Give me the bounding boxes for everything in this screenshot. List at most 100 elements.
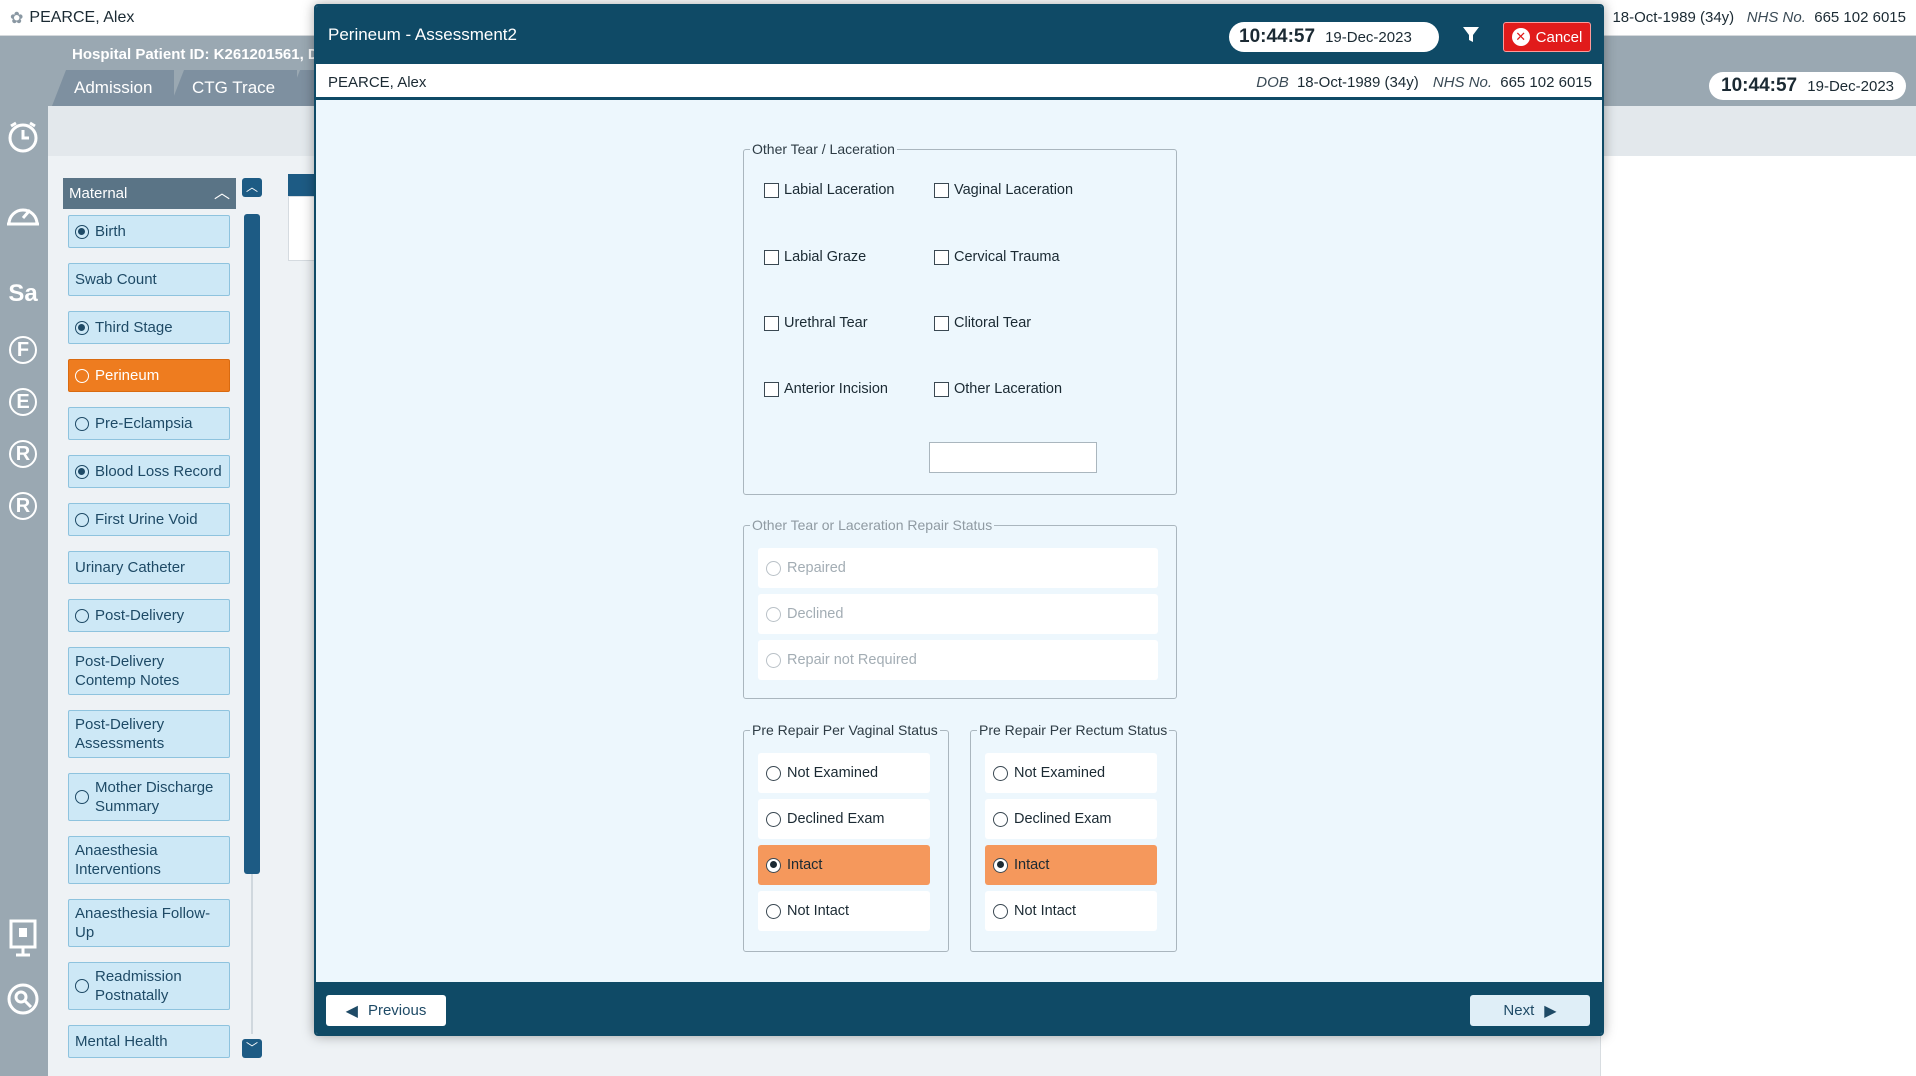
vaginal-laceration-checkbox[interactable]: Vaginal Laceration: [934, 182, 1073, 198]
pr-declined-exam-radio[interactable]: Declined Exam: [985, 799, 1157, 839]
radio-circle[interactable]: [766, 765, 781, 781]
pr-intact-radio[interactable]: Intact: [985, 845, 1157, 885]
radio-circle[interactable]: [766, 560, 781, 576]
nav-item-birth[interactable]: Birth: [68, 215, 230, 248]
rail-label-r2[interactable]: R: [9, 492, 37, 520]
urethral-tear-checkbox[interactable]: Urethral Tear: [764, 315, 868, 331]
rail-label-r1[interactable]: R: [9, 440, 37, 468]
nav-item-post-delivery-contemp-notes[interactable]: Post-Delivery Contemp Notes: [68, 647, 230, 695]
nav-item-mother-discharge-summary[interactable]: Mother Discharge Summary: [68, 773, 230, 821]
next-button[interactable]: Next ▶: [1470, 995, 1590, 1026]
nav-item-urinary-catheter[interactable]: Urinary Catheter: [68, 551, 230, 584]
pv-declined-exam-radio[interactable]: Declined Exam: [758, 799, 930, 839]
scroll-thumb[interactable]: [244, 214, 260, 874]
other-tear-group: Other Tear / Laceration Labial Laceratio…: [743, 141, 1177, 495]
nav-item-swab-count[interactable]: Swab Count: [68, 263, 230, 296]
radio-label: Intact: [1014, 857, 1050, 873]
nav-item-mental-health[interactable]: Mental Health: [68, 1025, 230, 1058]
radio-circle[interactable]: [766, 857, 781, 873]
dialog-patient-bar: PEARCE, Alex DOB 18-Oct-1989 (34y) NHS N…: [316, 64, 1602, 100]
labial-graze-checkbox[interactable]: Labial Graze: [764, 249, 866, 265]
nav-item-post-delivery[interactable]: Post-Delivery: [68, 599, 230, 632]
nav-item-perineum[interactable]: Perineum: [68, 359, 230, 392]
other-laceration-text-field[interactable]: [929, 442, 1097, 473]
checkbox-box[interactable]: [934, 315, 949, 331]
tab-admission[interactable]: Admission: [52, 70, 175, 106]
dialog-clock[interactable]: 10:44:57 19-Dec-2023: [1229, 22, 1439, 52]
nav-item-blood-loss-record[interactable]: Blood Loss Record: [68, 455, 230, 488]
per-rectum-legend: Pre Repair Per Rectum Status: [977, 722, 1170, 738]
right-panel: [1600, 156, 1916, 1076]
rail-label-f[interactable]: F: [9, 336, 37, 364]
clitoral-tear-checkbox[interactable]: Clitoral Tear: [934, 315, 1031, 331]
nav-scrollbar[interactable]: ︿ ﹀: [242, 178, 262, 1058]
pv-not-examined-radio[interactable]: Not Examined: [758, 753, 930, 793]
pr-not-intact-radio[interactable]: Not Intact: [985, 891, 1157, 931]
checkbox-label: Labial Laceration: [784, 182, 895, 198]
scroll-down-icon[interactable]: ﹀: [242, 1039, 262, 1058]
nav-item-anaesthesia-interventions[interactable]: Anaesthesia Interventions: [68, 836, 230, 884]
repaired-radio[interactable]: Repaired: [758, 548, 1158, 588]
nav-item-pre-eclampsia[interactable]: Pre-Eclampsia: [68, 407, 230, 440]
rail-label-e[interactable]: E: [9, 388, 37, 416]
next-label: Next: [1503, 1002, 1535, 1019]
checkbox-box[interactable]: [764, 182, 779, 198]
checkbox-box[interactable]: [934, 381, 949, 397]
perineum-assessment-dialog: Perineum - Assessment2 10:44:57 19-Dec-2…: [314, 4, 1604, 1036]
radio-circle[interactable]: [766, 903, 781, 919]
filter-icon[interactable]: [1462, 26, 1480, 50]
clock-icon[interactable]: [0, 120, 46, 161]
radio-circle[interactable]: [766, 606, 781, 622]
radio-circle[interactable]: [993, 765, 1008, 781]
previous-button[interactable]: ◀ Previous: [326, 995, 446, 1026]
cancel-button[interactable]: ✕ Cancel: [1503, 22, 1591, 52]
repair-not-required-radio[interactable]: Repair not Required: [758, 640, 1158, 680]
radio-label: Declined Exam: [1014, 811, 1112, 827]
nav-item-readmission-postnatally[interactable]: Readmission Postnatally: [68, 962, 230, 1010]
status-radio-icon: [75, 416, 89, 431]
settings-icon[interactable]: ✿: [10, 8, 23, 28]
declined-radio[interactable]: Declined: [758, 594, 1158, 634]
checkbox-box[interactable]: [764, 249, 779, 265]
hospital-patient-id: Hospital Patient ID: K261201561, De: [72, 46, 328, 63]
nav-header[interactable]: Maternal ︿: [63, 178, 236, 209]
checkbox-label: Cervical Trauma: [954, 249, 1060, 265]
radio-circle[interactable]: [993, 903, 1008, 919]
nav-item-label: Post-Delivery Contemp Notes: [75, 653, 180, 689]
tab-ctg-trace[interactable]: CTG Trace: [170, 70, 298, 106]
other-laceration-checkbox[interactable]: Other Laceration: [934, 381, 1062, 397]
rail-label-sa[interactable]: Sa: [0, 280, 46, 308]
search-icon[interactable]: [0, 982, 46, 1023]
nav-item-label: Mental Health: [75, 1033, 168, 1050]
pv-not-intact-radio[interactable]: Not Intact: [758, 891, 930, 931]
nav-item-post-delivery-assessments[interactable]: Post-Delivery Assessments: [68, 710, 230, 758]
nav-item-third-stage[interactable]: Third Stage: [68, 311, 230, 344]
labial-laceration-checkbox[interactable]: Labial Laceration: [764, 182, 894, 198]
chevron-up-icon[interactable]: ︿: [214, 178, 230, 209]
scroll-up-icon[interactable]: ︿: [242, 178, 262, 197]
dialog-patient-details: DOB 18-Oct-1989 (34y) NHS No. 665 102 60…: [1256, 74, 1592, 91]
cervical-trauma-checkbox[interactable]: Cervical Trauma: [934, 249, 1060, 265]
checkbox-box[interactable]: [764, 315, 779, 331]
pv-intact-radio[interactable]: Intact: [758, 845, 930, 885]
radio-circle[interactable]: [993, 857, 1008, 873]
anterior-incision-checkbox[interactable]: Anterior Incision: [764, 381, 888, 397]
app-nhs-number: 665 102 6015: [1814, 9, 1906, 26]
checkbox-box[interactable]: [934, 182, 949, 198]
nav-item-anaesthesia-follow-up[interactable]: Anaesthesia Follow-Up: [68, 899, 230, 947]
radio-circle[interactable]: [993, 811, 1008, 827]
nav-item-first-urine-void[interactable]: First Urine Void: [68, 503, 230, 536]
checkbox-label: Other Laceration: [954, 381, 1063, 397]
monitor-icon[interactable]: [0, 918, 46, 965]
dialog-date: 19-Dec-2023: [1325, 28, 1412, 46]
dialog-patient-name: PEARCE, Alex: [328, 74, 427, 91]
radio-circle[interactable]: [766, 652, 781, 668]
radio-label: Repair not Required: [787, 652, 917, 668]
timer-icon[interactable]: [0, 198, 46, 237]
checkbox-box[interactable]: [934, 249, 949, 265]
close-icon: ✕: [1511, 28, 1530, 46]
radio-label: Not Examined: [787, 765, 879, 781]
pr-not-examined-radio[interactable]: Not Examined: [985, 753, 1157, 793]
radio-circle[interactable]: [766, 811, 781, 827]
checkbox-box[interactable]: [764, 381, 779, 397]
